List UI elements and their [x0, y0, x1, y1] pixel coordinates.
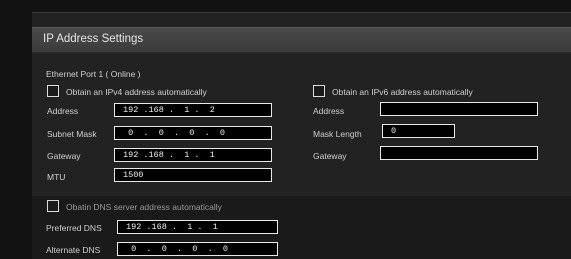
dns-auto-label: Obatin DNS server address automatically	[66, 202, 222, 212]
subnet-mask-field[interactable]: 0 . 0 . 0 . 0	[114, 126, 272, 140]
subnet-mask-label: Subnet Mask	[47, 129, 97, 139]
ethernet-port-label: Ethernet Port 1 ( Online )	[46, 69, 141, 79]
preferred-dns-label: Preferred DNS	[46, 223, 102, 233]
ip-settings-panel: IP Address Settings Ethernet Port 1 ( On…	[32, 12, 571, 259]
ipv4-auto-label: Obtain an IPv4 address automatically	[66, 87, 207, 97]
alternate-dns-field[interactable]: 0 . 0 . 0 . 0	[117, 242, 278, 256]
ipv4-auto-checkbox[interactable]	[47, 85, 59, 97]
mask-length-field[interactable]: 0	[382, 124, 455, 138]
ipv6-gateway-label: Gateway	[313, 151, 347, 161]
dns-auto-checkbox[interactable]	[47, 200, 59, 212]
mtu-field[interactable]: 1500	[114, 168, 272, 182]
ipv6-gateway-field[interactable]	[380, 146, 538, 160]
ipv4-gateway-label: Gateway	[47, 151, 81, 161]
ipv4-address-field[interactable]: 192 .168 . 1 . 2	[114, 103, 272, 117]
mask-length-label: Mask Length	[313, 129, 362, 139]
panel-header: IP Address Settings	[32, 27, 571, 53]
panel-title: IP Address Settings	[43, 33, 144, 45]
window-frame: IP Address Settings Ethernet Port 1 ( On…	[0, 0, 571, 259]
ipv6-address-label: Address	[313, 106, 345, 116]
ipv4-gateway-field[interactable]: 192 .168 . 1 . 1	[114, 148, 272, 162]
alternate-dns-label: Alternate DNS	[46, 245, 101, 255]
ipv6-auto-label: Obtain an IPv6 address automatically	[332, 87, 473, 97]
mtu-label: MTU	[47, 172, 66, 182]
preferred-dns-field[interactable]: 192 .168 . 1 . 1	[117, 220, 278, 234]
ipv6-auto-checkbox[interactable]	[313, 85, 325, 97]
ipv6-address-field[interactable]	[380, 102, 538, 116]
dns-section: Obatin DNS server address automatically …	[32, 196, 571, 259]
ipv4-address-label: Address	[47, 106, 79, 116]
